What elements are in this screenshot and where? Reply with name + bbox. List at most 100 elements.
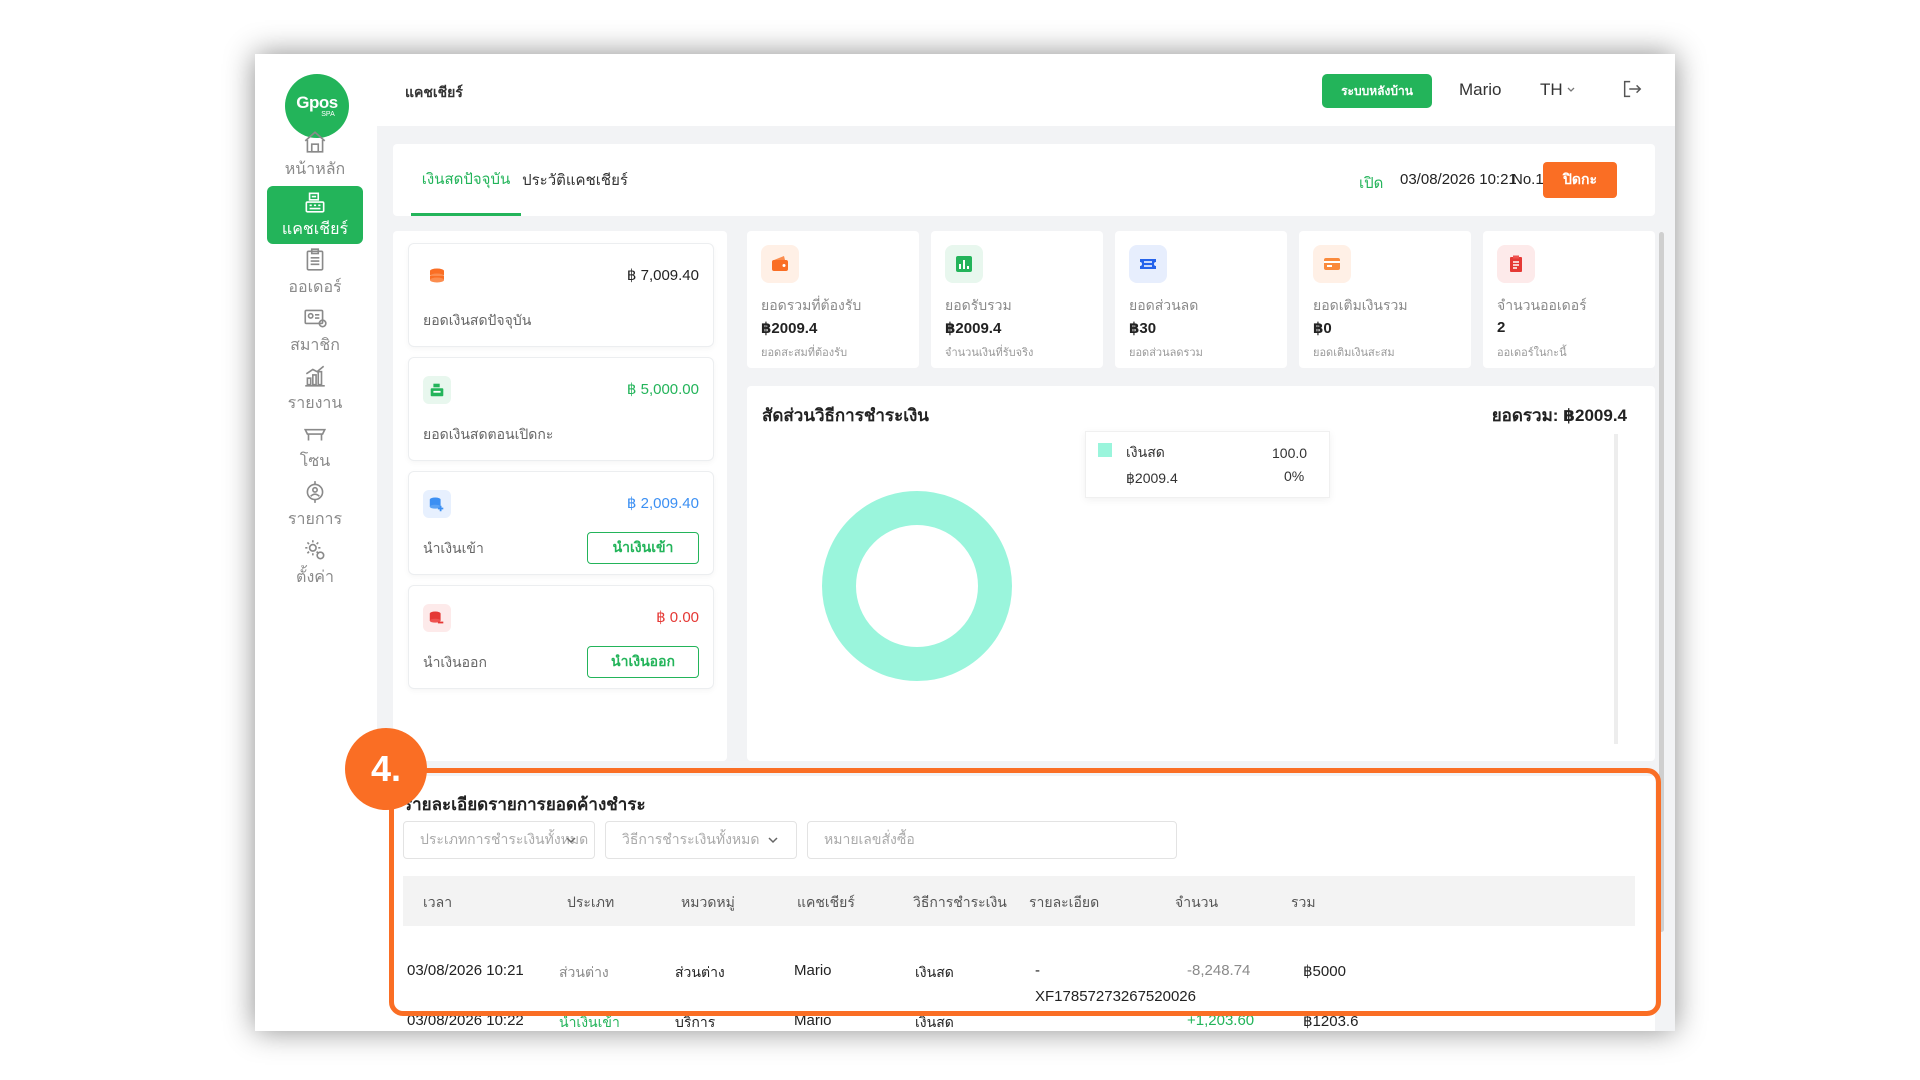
logout-icon[interactable] <box>1621 78 1643 100</box>
tab-cashier-history[interactable]: ประวัติแคชเชียร์ <box>511 144 639 216</box>
payment-method-chart-card: สัดส่วนวิธีการชำระเงิน ยอดรวม: ฿2009.4 เ… <box>747 386 1655 761</box>
coin-minus-icon <box>423 604 451 632</box>
user-name[interactable]: Mario <box>1459 80 1502 100</box>
page-title: แคชเชียร์ <box>405 84 463 100</box>
current-cash-amount: ฿ 7,009.40 <box>626 267 699 284</box>
clipboard-icon <box>306 247 324 271</box>
ticket-icon <box>1129 245 1167 283</box>
service-list-icon <box>306 480 324 503</box>
cash-in-label: นำเงินเข้า <box>423 540 484 556</box>
cash-out-amount: ฿ 0.00 <box>656 609 699 626</box>
summary-title: ยอดรวมที่ต้องรับ <box>761 297 862 313</box>
shift-number: No.1 <box>1512 171 1544 188</box>
chart-legend: เงินสด ฿2009.4 100.0 0% <box>1085 431 1330 498</box>
language-selector[interactable]: TH <box>1540 80 1576 100</box>
summary-card-total-received: ยอดรับรวม ฿2009.4 จำนวนเงินที่รับจริง <box>931 231 1103 368</box>
summary-subtitle: ออเดอร์ในกะนี้ <box>1497 347 1567 359</box>
sidebar-item-label: รายงาน <box>287 394 343 412</box>
summary-value: ฿2009.4 <box>945 320 1002 337</box>
opening-cash-label: ยอดเงินสดตอนเปิดกะ <box>423 426 554 442</box>
cash-in-card: ฿ 2,009.40 นำเงินเข้า นำเงินเข้า <box>408 471 714 575</box>
shift-open-label: เปิด <box>1359 175 1384 192</box>
tabs-bar: เงินสดปัจจุบัน ประวัติแคชเชียร์ เปิด 03/… <box>393 144 1655 216</box>
cashier-icon <box>305 192 325 213</box>
coin-stack-icon <box>423 262 451 290</box>
bar-chart-icon <box>945 245 983 283</box>
gear-icon <box>305 539 325 559</box>
chevron-down-icon <box>1567 87 1575 92</box>
sidebar-item-home[interactable]: หน้าหลัก <box>267 126 363 184</box>
summary-subtitle: ยอดส่วนลดรวม <box>1129 347 1203 359</box>
sidebar-item-cashier[interactable]: แคชเชียร์ <box>267 186 363 244</box>
sidebar-item-settings[interactable]: ตั้งค่า <box>267 534 363 592</box>
sidebar-item-label: โซน <box>299 452 331 470</box>
summary-card-total-due: ยอดรวมที่ต้องรับ ฿2009.4 ยอดสะสมที่ต้องร… <box>747 231 919 368</box>
chart-total: ยอดรวม: ฿2009.4 <box>1491 406 1627 425</box>
chart-title: สัดส่วนวิธีการชำระเงิน <box>762 406 929 425</box>
legend-percent-cash: 100.0 <box>1272 445 1308 461</box>
legend-label-cash: เงินสด <box>1126 444 1165 460</box>
sidebar-item-label: ตั้งค่า <box>296 568 334 586</box>
legend-amount-cash: ฿2009.4 <box>1126 470 1178 486</box>
sidebar-item-label: รายการ <box>287 510 343 528</box>
chart-scrollbar[interactable] <box>1614 434 1618 744</box>
opening-cash-amount: ฿ 5,000.00 <box>626 381 699 398</box>
cash-in-button[interactable]: นำเงินเข้า <box>587 532 699 564</box>
wallet-icon <box>761 245 799 283</box>
language-label: TH <box>1540 80 1563 99</box>
legend-percent-secondary: 0% <box>1284 468 1305 484</box>
summary-card-discount: ยอดส่วนลด ฿30 ยอดส่วนลดรวม <box>1115 231 1287 368</box>
current-cash-card: ฿ 7,009.40 ยอดเงินสดปัจจุบัน <box>408 243 714 347</box>
summary-title: จำนวนออเดอร์ <box>1497 297 1587 313</box>
step-badge: 4. <box>345 728 427 810</box>
summary-title: ยอดเติมเงินรวม <box>1313 297 1408 313</box>
card-icon <box>1313 245 1351 283</box>
member-card-icon <box>304 309 327 327</box>
home-icon <box>304 130 326 153</box>
sidebar: Gpos SPA หน้าหลัก แคชเชียร์ ออเดอร์ สมาช… <box>255 54 377 1031</box>
zone-bed-icon <box>303 428 327 440</box>
summary-value: ฿30 <box>1129 320 1157 337</box>
logo-sub-text: SPA <box>321 110 335 118</box>
sidebar-item-reports[interactable]: รายงาน <box>267 360 363 418</box>
payment-donut-chart <box>822 491 1012 681</box>
sidebar-item-label: สมาชิก <box>290 336 340 354</box>
shift-open-datetime: 03/08/2026 10:21 <box>1400 171 1517 188</box>
sidebar-item-label: แคชเชียร์ <box>281 220 349 238</box>
summary-value: ฿0 <box>1313 320 1332 337</box>
summary-card-orders: จำนวนออเดอร์ 2 ออเดอร์ในกะนี้ <box>1483 231 1655 368</box>
summary-subtitle: จำนวนเงินที่รับจริง <box>945 347 1034 359</box>
cash-out-card: ฿ 0.00 นำเงินออก นำเงินออก <box>408 585 714 689</box>
report-chart-icon <box>305 365 325 387</box>
summary-value: ฿2009.4 <box>761 320 818 337</box>
legend-swatch-cash <box>1098 443 1112 457</box>
top-bar: แคชเชียร์ ระบบหลังบ้าน Mario TH <box>377 54 1675 126</box>
summary-card-topup: ยอดเติมเงินรวม ฿0 ยอดเติมเงินสะสม <box>1299 231 1471 368</box>
cash-out-label: นำเงินออก <box>423 654 487 670</box>
sidebar-item-orders[interactable]: ออเดอร์ <box>267 244 363 302</box>
logo-text: Gpos <box>296 92 338 112</box>
summary-value: 2 <box>1497 319 1506 336</box>
sidebar-item-items[interactable]: รายการ <box>267 476 363 534</box>
summary-subtitle: ยอดสะสมที่ต้องรับ <box>761 347 848 359</box>
close-shift-button[interactable]: ปิดกะ <box>1543 162 1617 198</box>
donut-slice-0[interactable] <box>822 491 1012 681</box>
summary-subtitle: ยอดเติมเงินสะสม <box>1313 347 1395 359</box>
cash-in-amount: ฿ 2,009.40 <box>626 495 699 512</box>
opening-cash-card: ฿ 5,000.00 ยอดเงินสดตอนเปิดกะ <box>408 357 714 461</box>
sidebar-item-members[interactable]: สมาชิก <box>267 302 363 360</box>
tab-current-cash[interactable]: เงินสดปัจจุบัน <box>411 144 521 216</box>
sidebar-item-zones[interactable]: โซน <box>267 418 363 476</box>
cash-out-button[interactable]: นำเงินออก <box>587 646 699 678</box>
cash-panel: ฿ 7,009.40 ยอดเงินสดปัจจุบัน ฿ 5,000.00 … <box>393 231 727 761</box>
coin-plus-icon <box>423 490 451 518</box>
summary-title: ยอดรับรวม <box>945 297 1012 313</box>
backend-system-button[interactable]: ระบบหลังบ้าน <box>1322 74 1432 108</box>
order-list-icon <box>1497 245 1535 283</box>
sidebar-item-label: หน้าหลัก <box>284 160 346 178</box>
current-cash-label: ยอดเงินสดปัจจุบัน <box>423 312 532 328</box>
sidebar-item-label: ออเดอร์ <box>288 278 342 296</box>
step-highlight-frame <box>389 768 1661 1016</box>
cash-register-icon <box>423 376 451 404</box>
summary-title: ยอดส่วนลด <box>1129 297 1199 313</box>
